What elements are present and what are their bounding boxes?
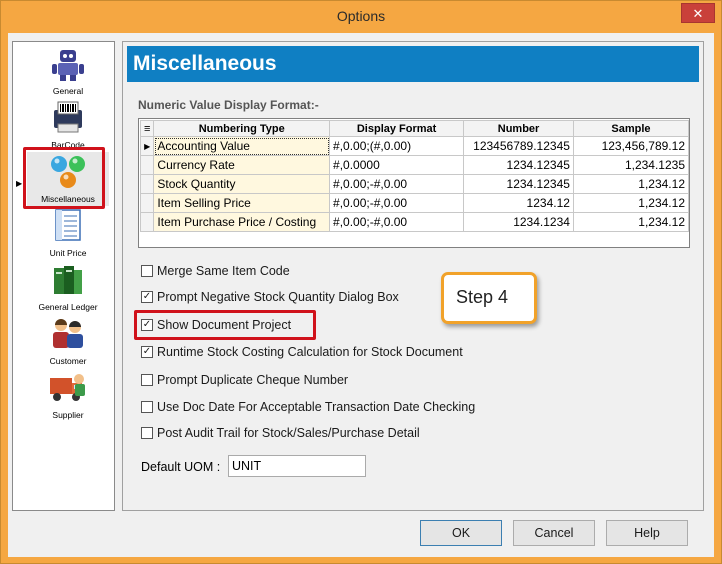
- nav-item-label: Supplier: [52, 410, 84, 420]
- runtime-stock-costing-checkbox[interactable]: ✓: [141, 346, 153, 358]
- robot-icon: [52, 50, 84, 81]
- runtime-stock-costing-option[interactable]: ✓ Runtime Stock Costing Calculation for …: [141, 345, 463, 359]
- numeric-format-grid: ≡ Numbering Type Display Format Number S…: [138, 118, 690, 248]
- merge-same-item-code-checkbox[interactable]: [141, 265, 153, 277]
- table-row[interactable]: Currency Rate #,0.0000 1234.12345 1,234.…: [139, 155, 690, 175]
- nav-item-barcode[interactable]: BarCode: [27, 98, 109, 152]
- option-label: Prompt Duplicate Cheque Number: [157, 373, 349, 387]
- sample-cell: 1,234.12: [572, 193, 690, 213]
- column-header[interactable]: Numbering Type: [153, 120, 331, 137]
- sample-cell: 1,234.1235: [572, 155, 690, 175]
- nav-item-general-ledger[interactable]: General Ledger: [27, 260, 109, 314]
- display-format-cell[interactable]: #,0.00;-#,0.00: [329, 193, 465, 213]
- table-row[interactable]: ▶ Accounting Value #,0.00;(#,0.00) 12345…: [139, 136, 690, 156]
- table-row[interactable]: Stock Quantity #,0.00;-#,0.00 1234.12345…: [139, 174, 690, 194]
- sample-cell: 1,234.12: [572, 174, 690, 194]
- option-label: Use Doc Date For Acceptable Transaction …: [157, 400, 476, 414]
- display-format-cell[interactable]: #,0.00;-#,0.00: [329, 174, 465, 194]
- barcode-printer-icon: [54, 101, 82, 133]
- options-category-list: ▶ General BarCode Miscellaneous Unit Pri…: [12, 41, 115, 511]
- current-row-arrow-icon: ▶: [16, 179, 23, 188]
- prompt-duplicate-cheque-checkbox[interactable]: [141, 374, 153, 386]
- sample-cell: 123,456,789.12: [572, 136, 690, 156]
- prompt-negative-stock-option[interactable]: ✓ Prompt Negative Stock Quantity Dialog …: [141, 290, 399, 304]
- number-cell[interactable]: 123456789.12345: [463, 136, 574, 156]
- grid-corner-icon: ≡: [139, 120, 155, 137]
- post-audit-trail-checkbox[interactable]: [141, 427, 153, 439]
- help-button[interactable]: Help: [606, 520, 688, 546]
- misc-highlight-box: [23, 147, 105, 209]
- title-bar[interactable]: Options ✕: [1, 1, 721, 33]
- numbering-type-cell[interactable]: Currency Rate: [153, 155, 331, 175]
- dialog-client-area: ▶ General BarCode Miscellaneous Unit Pri…: [8, 33, 714, 557]
- numbering-type-cell[interactable]: Stock Quantity: [153, 174, 331, 194]
- nav-item-label: Unit Price: [49, 248, 87, 258]
- prompt-negative-stock-checkbox[interactable]: ✓: [141, 291, 153, 303]
- column-header[interactable]: Display Format: [329, 120, 465, 137]
- window-title: Options: [336, 8, 386, 24]
- step-callout: Step 4: [441, 272, 537, 324]
- merge-same-item-code-option[interactable]: Merge Same Item Code: [141, 264, 290, 278]
- number-cell[interactable]: 1234.12345: [463, 155, 574, 175]
- prompt-duplicate-cheque-option[interactable]: Prompt Duplicate Cheque Number: [141, 373, 348, 387]
- default-uom-label: Default UOM :: [141, 460, 221, 474]
- table-row[interactable]: Item Purchase Price / Costing #,0.00;-#,…: [139, 212, 690, 232]
- numbering-type-cell[interactable]: Item Purchase Price / Costing: [153, 212, 331, 232]
- numbering-type-cell[interactable]: Item Selling Price: [153, 193, 331, 213]
- number-cell[interactable]: 1234.1234: [463, 212, 574, 232]
- nav-item-customer[interactable]: Customer: [27, 314, 109, 368]
- close-button[interactable]: ✕: [681, 3, 715, 23]
- customers-icon: [53, 319, 83, 348]
- cancel-button[interactable]: Cancel: [513, 520, 595, 546]
- show-document-project-highlight-box: [134, 310, 316, 340]
- option-label: Post Audit Trail for Stock/Sales/Purchas…: [157, 426, 420, 440]
- display-format-cell[interactable]: #,0.00;-#,0.00: [329, 212, 465, 232]
- options-dialog: Options ✕ ▶ General BarCode Miscellaneou…: [0, 0, 722, 564]
- nav-item-label: General Ledger: [38, 302, 98, 312]
- option-label: Prompt Negative Stock Quantity Dialog Bo…: [157, 290, 399, 304]
- number-cell[interactable]: 1234.12345: [463, 174, 574, 194]
- display-format-cell[interactable]: #,0.00;(#,0.00): [329, 136, 465, 156]
- number-cell[interactable]: 1234.12: [463, 193, 574, 213]
- option-label: Runtime Stock Costing Calculation for St…: [157, 345, 463, 359]
- numeric-format-section-title: Numeric Value Display Format:-: [138, 98, 319, 112]
- price-list-icon: [55, 209, 81, 241]
- numbering-type-cell[interactable]: Accounting Value: [153, 136, 331, 156]
- nav-item-unit-price[interactable]: Unit Price: [27, 206, 109, 260]
- option-label: Merge Same Item Code: [157, 264, 290, 278]
- column-header[interactable]: Sample: [572, 120, 690, 137]
- nav-item-general[interactable]: General: [27, 44, 109, 98]
- nav-item-supplier[interactable]: Supplier: [27, 368, 109, 422]
- column-header[interactable]: Number: [463, 120, 574, 137]
- post-audit-trail-option[interactable]: Post Audit Trail for Stock/Sales/Purchas…: [141, 426, 420, 440]
- page-title: Miscellaneous: [127, 46, 699, 82]
- use-doc-date-checkbox[interactable]: [141, 401, 153, 413]
- display-format-cell[interactable]: #,0.0000: [329, 155, 465, 175]
- nav-item-label: Customer: [49, 356, 87, 366]
- ledger-books-icon: [54, 266, 82, 294]
- current-row-arrow-icon: ▶: [139, 136, 155, 156]
- table-row[interactable]: Item Selling Price #,0.00;-#,0.00 1234.1…: [139, 193, 690, 213]
- sample-cell: 1,234.12: [572, 212, 690, 232]
- default-uom-field[interactable]: UNIT: [228, 455, 366, 477]
- nav-item-label: General: [52, 86, 84, 96]
- use-doc-date-option[interactable]: Use Doc Date For Acceptable Transaction …: [141, 400, 475, 414]
- delivery-truck-icon: [50, 374, 85, 401]
- settings-panel: Miscellaneous Numeric Value Display Form…: [122, 41, 704, 511]
- ok-button[interactable]: OK: [420, 520, 502, 546]
